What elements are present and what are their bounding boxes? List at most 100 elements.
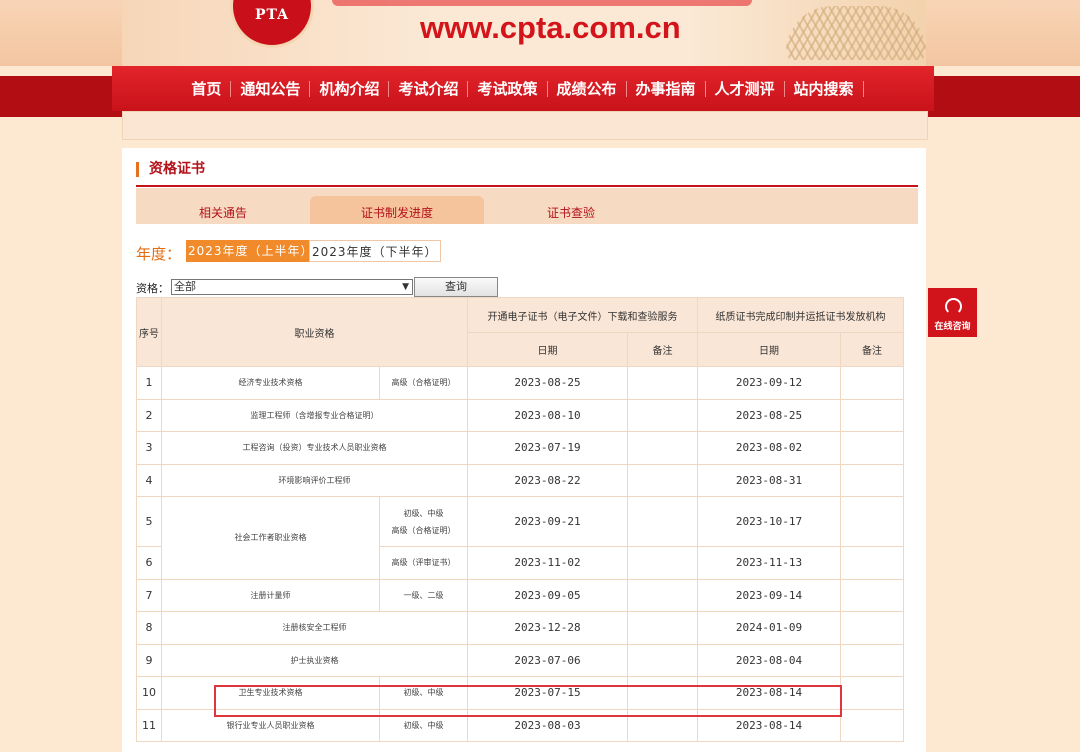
tab-progress[interactable]: 证书制发进度 — [310, 196, 484, 224]
row-paper-note — [840, 431, 904, 465]
row-index: 4 — [136, 463, 162, 497]
section-title: 资格证书 — [136, 162, 205, 177]
table-row: 5 社会工作者职业资格 初级、中级 高级（合格证明） 2023-09-21 20… — [136, 496, 904, 580]
row-paper-date: 2023-09-12 — [697, 366, 841, 400]
nav-item-notices[interactable]: 通知公告 — [231, 80, 311, 97]
col-header-index: 序号 — [136, 297, 162, 367]
row-qualification: 环境影响评价工程师 — [161, 463, 468, 497]
logo-text: PTA — [254, 7, 290, 23]
banner-slogan-cropped — [332, 0, 752, 6]
nav-item-assessment[interactable]: 人才测评 — [706, 80, 785, 97]
row-level: 高级（合格证明） — [379, 366, 468, 400]
row-paper-date: 2023-08-02 — [697, 431, 841, 465]
col-header-qualification: 职业资格 — [161, 297, 468, 367]
row-index: 5 — [136, 496, 162, 547]
table-row: 9 护士执业资格 2023-07-06 2023-08-04 — [136, 643, 904, 677]
col-header-electronic-date: 日期 — [467, 332, 628, 367]
row-electronic-note — [627, 546, 698, 580]
table-row: 8 注册核安全工程师 2023-12-28 2024-01-09 — [136, 611, 904, 645]
row-paper-note — [840, 611, 904, 645]
nav-item-about[interactable]: 机构介绍 — [310, 80, 390, 97]
nav-item-scores[interactable]: 成绩公布 — [548, 80, 627, 97]
row-paper-date: 2024-01-09 — [697, 611, 841, 645]
table-row: 11 银行业专业人员职业资格 初级、中级 2023-08-03 2023-08-… — [136, 708, 904, 742]
table-row: 2 监理工程师（含增报专业合格证明） 2023-08-10 2023-08-25 — [136, 398, 904, 432]
row-qualification: 经济专业技术资格 — [161, 366, 380, 400]
row-paper-note — [840, 708, 904, 742]
row-qualification: 社会工作者职业资格 — [161, 496, 380, 580]
col-header-electronic-group: 开通电子证书（电子文件）下载和查验服务 — [467, 297, 698, 333]
row-electronic-note — [627, 463, 698, 497]
row-paper-note — [840, 398, 904, 432]
row-electronic-note — [627, 643, 698, 677]
row-paper-note — [840, 643, 904, 677]
nav-item-search[interactable]: 站内搜索 — [785, 80, 864, 97]
row-level: 初级、中级 — [379, 708, 468, 742]
row-paper-date: 2023-08-14 — [697, 676, 841, 710]
row-paper-note — [840, 366, 904, 400]
row-paper-date: 2023-10-17 — [697, 496, 841, 547]
tab-notices[interactable]: 相关通告 — [150, 196, 296, 224]
nav-item-home[interactable]: 首页 — [182, 80, 232, 97]
row-level: 高级（评审证书） — [379, 546, 468, 580]
row-level-line: 初级、中级 — [403, 508, 444, 518]
row-index: 10 — [136, 676, 162, 710]
headset-icon — [945, 298, 962, 315]
row-electronic-note — [627, 676, 698, 710]
qualification-filter-label: 资格： — [136, 282, 169, 295]
main-nav: 首页 通知公告 机构介绍 考试介绍 考试政策 成绩公布 办事指南 人才测评 站内… — [112, 66, 934, 111]
nav-item-guide[interactable]: 办事指南 — [627, 80, 706, 97]
row-qualification: 护士执业资格 — [161, 643, 468, 677]
row-electronic-date: 2023-08-25 — [467, 366, 628, 400]
qualification-select[interactable]: 全部 ▼ — [171, 279, 413, 295]
row-electronic-date: 2023-08-22 — [467, 463, 628, 497]
nav-item-exams[interactable]: 考试介绍 — [389, 80, 469, 97]
site-url: www.cpta.com.cn — [420, 10, 681, 45]
row-level: 初级、中级 — [379, 676, 468, 710]
section-tabs: 相关通告 证书制发进度 证书查验 — [136, 188, 918, 224]
row-electronic-note — [627, 708, 698, 742]
row-level-line: 高级（合格证明） — [391, 525, 456, 535]
row-paper-date: 2023-08-14 — [697, 708, 841, 742]
row-electronic-date: 2023-07-15 — [467, 676, 628, 710]
row-paper-date: 2023-09-14 — [697, 578, 841, 612]
row-electronic-date: 2023-11-02 — [467, 546, 628, 580]
row-electronic-note — [627, 431, 698, 465]
row-electronic-date: 2023-09-05 — [467, 578, 628, 612]
section-divider — [136, 185, 918, 187]
col-header-paper-date: 日期 — [697, 332, 841, 367]
row-index: 7 — [136, 578, 162, 612]
qualification-select-value: 全部 — [174, 280, 196, 293]
table-row-highlighted: 10 卫生专业技术资格 初级、中级 2023-07-15 2023-08-14 — [136, 676, 904, 710]
table-row: 3 工程咨询（投资）专业技术人员职业资格 2023-07-19 2023-08-… — [136, 431, 904, 465]
row-electronic-date: 2023-08-03 — [467, 708, 628, 742]
col-header-paper-note: 备注 — [840, 332, 904, 367]
row-electronic-note — [627, 496, 698, 547]
chevron-down-icon: ▼ — [402, 282, 409, 292]
row-level: 一级、二级 — [379, 578, 468, 612]
stadium-illustration — [786, 6, 926, 60]
query-button[interactable]: 查询 — [414, 277, 498, 297]
site-logo[interactable]: PTA — [230, 0, 314, 48]
row-electronic-note — [627, 366, 698, 400]
nav-item-policies[interactable]: 考试政策 — [468, 80, 548, 97]
year-option-first-half[interactable]: 2023年度（上半年） — [186, 240, 316, 262]
row-paper-note — [840, 463, 904, 497]
table-row: 7 注册计量师 一级、二级 2023-09-05 2023-09-14 — [136, 578, 904, 612]
row-electronic-date: 2023-09-21 — [467, 496, 628, 547]
row-index: 6 — [136, 546, 162, 580]
year-option-second-half[interactable]: 2023年度（下半年） — [309, 240, 441, 262]
row-paper-date: 2023-08-04 — [697, 643, 841, 677]
row-index: 8 — [136, 611, 162, 645]
row-electronic-note — [627, 611, 698, 645]
row-paper-note — [840, 496, 904, 547]
row-electronic-note — [627, 578, 698, 612]
tab-verify[interactable]: 证书查验 — [498, 196, 644, 224]
row-electronic-date: 2023-07-19 — [467, 431, 628, 465]
row-paper-date: 2023-11-13 — [697, 546, 841, 580]
row-electronic-date: 2023-07-06 — [467, 643, 628, 677]
row-electronic-date: 2023-08-10 — [467, 398, 628, 432]
row-paper-note — [840, 578, 904, 612]
col-header-paper-group: 纸质证书完成印制并运抵证书发放机构 — [697, 297, 904, 333]
online-consult-button[interactable]: 在线咨询 — [928, 288, 977, 337]
